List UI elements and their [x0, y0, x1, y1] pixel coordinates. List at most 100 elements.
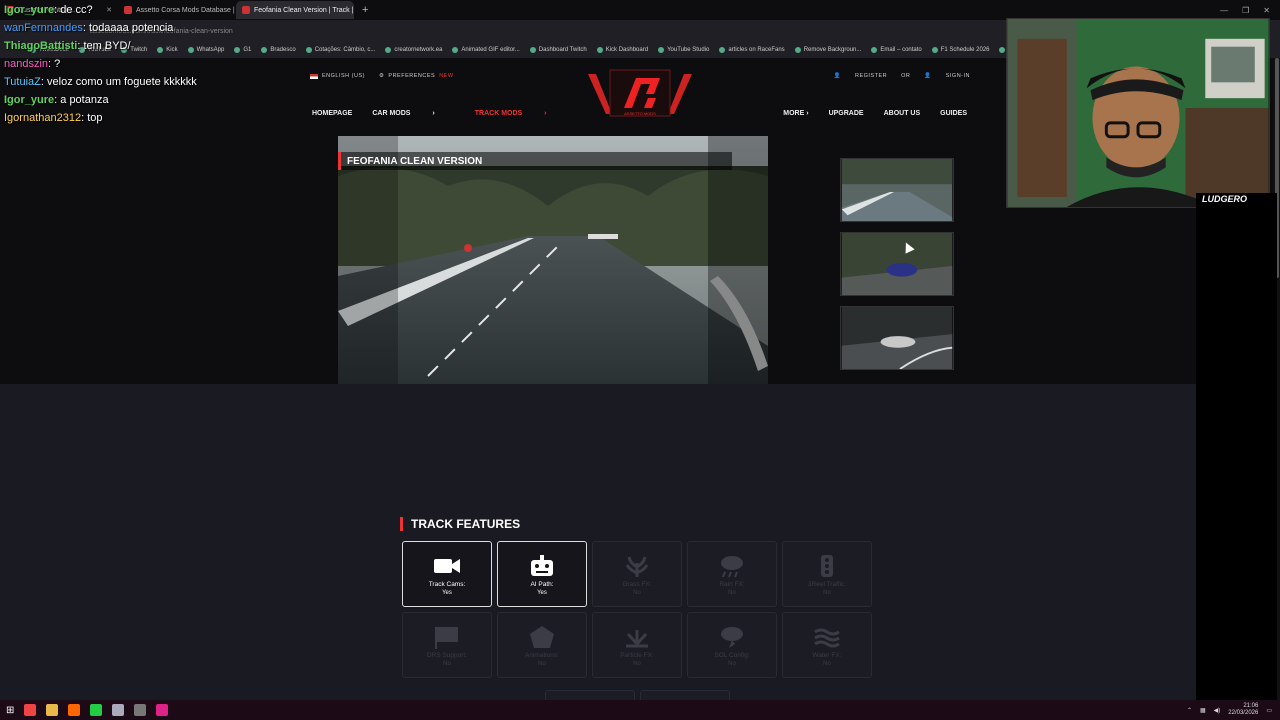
feature-value: No: [443, 660, 451, 667]
new-tab-button[interactable]: +: [354, 4, 376, 16]
bookmark-item[interactable]: Cotações: Câmbio, c...: [305, 47, 375, 53]
feature-label: Grass FX:: [622, 580, 652, 588]
feature-label: Water FX:: [812, 651, 842, 659]
bookmark-label: Email – contato: [880, 47, 922, 53]
chat-text: tem BYD/: [83, 40, 131, 52]
bookmark-item[interactable]: Kick Dashboard: [596, 47, 649, 53]
settings-icon[interactable]: [134, 704, 147, 716]
chat-message: Igor_yure: a potanza: [4, 94, 109, 106]
feature-value: No: [728, 660, 736, 667]
bookmark-favicon-icon: [452, 47, 459, 53]
bookmark-favicon-icon: [719, 47, 726, 53]
chevron-right-icon: ›: [432, 109, 435, 117]
more-features-row: [545, 690, 730, 700]
feature-card: 3Reel Traffic: No: [782, 541, 872, 607]
windows-taskbar: ⊞ ⌃ ▦ ◀) 21:06 22/03/2026 ▭: [0, 700, 1280, 720]
bookmark-item[interactable]: Remove Backgroun...: [794, 47, 861, 53]
chevron-up-icon[interactable]: ⌃: [1187, 707, 1192, 714]
bookmark-favicon-icon: [234, 47, 241, 53]
account-links: 👤 REGISTER OR 👤 SIGN-IN: [834, 73, 970, 79]
bookmark-item[interactable]: YouTube Studio: [658, 47, 709, 53]
notification-icon[interactable]: ▭: [1266, 707, 1272, 714]
obs-icon[interactable]: [68, 704, 81, 716]
checkered-flag-icon: [435, 626, 458, 649]
clock[interactable]: 21:06 22/03/2026: [1228, 703, 1258, 717]
browser-tab-3[interactable]: Feofania Clean Version | Track |✕: [236, 1, 354, 19]
feature-label: Rain FX:: [719, 580, 745, 588]
nav-track-mods[interactable]: TRACK MODS ›: [475, 110, 567, 117]
preferences-link[interactable]: ⚙ PREFERENCES NEW: [379, 73, 454, 79]
nav-about-us[interactable]: ABOUT US: [884, 110, 921, 117]
bookmark-item[interactable]: Email – contato: [871, 47, 922, 53]
feature-card: Grass FX: No: [592, 541, 682, 607]
us-flag-icon: [310, 73, 318, 79]
chat-text: todaaaa potencia: [89, 22, 174, 34]
whatsapp-icon[interactable]: [90, 704, 103, 716]
network-icon[interactable]: ▦: [1200, 707, 1206, 714]
chevron-right-icon: ›: [806, 109, 809, 117]
windows-start-icon[interactable]: ⊞: [6, 705, 14, 716]
nav-more[interactable]: MORE ›: [783, 110, 808, 117]
chat-text: veloz como um foguete kkkkkk: [47, 76, 197, 88]
feature-card-stub: [545, 690, 635, 700]
thumbnail-3[interactable]: [840, 306, 954, 370]
feature-value: No: [823, 589, 831, 596]
nav-guides[interactable]: GUIDES: [940, 110, 967, 117]
nav-more-label: MORE: [783, 109, 805, 117]
tab-favicon-icon: [242, 6, 250, 14]
maximize-icon[interactable]: ❐: [1242, 6, 1249, 15]
nav-upgrade[interactable]: UPGRADE: [829, 110, 864, 117]
feature-label: Particle FX:: [620, 651, 654, 659]
language-selector[interactable]: ENGLISH (US): [322, 73, 365, 79]
thumbnail-1[interactable]: [840, 158, 954, 222]
clock-time: 21:06: [1243, 703, 1259, 709]
sign-in-link[interactable]: SIGN-IN: [946, 73, 970, 79]
track-features-grid: Track Cams: Yes AI Path: Yes Grass FX: No Rain…: [402, 541, 872, 678]
camera-icon: [434, 558, 460, 573]
nav-car-mods[interactable]: CAR MODS ›: [372, 110, 454, 117]
bookmark-item[interactable]: creatornetwork.ea: [385, 47, 442, 53]
chat-message: wanFernnandes: todaaaa potencia: [4, 22, 174, 34]
bookmark-label: creatornetwork.ea: [394, 47, 443, 53]
nav-track-mods-label: TRACK MODS: [474, 109, 523, 117]
chat-username: Igornathan2312: [4, 112, 82, 124]
feature-value: No: [633, 589, 641, 596]
bookmark-item[interactable]: Animated GIF editor...: [452, 47, 520, 53]
bookmark-item[interactable]: F1 Schedule 2026: [931, 47, 990, 53]
system-tray: ⌃ ▦ ◀) 21:06 22/03/2026 ▭: [1187, 703, 1280, 717]
user-plus-icon: 👤: [833, 73, 841, 79]
chat-text: de cc?: [60, 4, 93, 16]
feature-card: AI Path: Yes: [497, 541, 587, 607]
traffic-light-icon: [821, 554, 833, 577]
register-link[interactable]: REGISTER: [855, 73, 887, 79]
bookmark-favicon-icon: [529, 47, 536, 53]
bookmark-favicon-icon: [261, 47, 268, 53]
chat-username: wanFernnandes: [4, 22, 83, 34]
chat-username: nandszin: [4, 58, 49, 70]
bookmark-label: Kick Dashboard: [605, 47, 649, 53]
volume-icon[interactable]: ◀): [1214, 707, 1221, 714]
or-text: OR: [901, 73, 911, 79]
discord-icon[interactable]: [112, 704, 125, 716]
app-icon[interactable]: [156, 704, 169, 716]
feature-card: Rain FX: No: [687, 541, 777, 607]
thumbnail-2[interactable]: [840, 232, 954, 296]
track-main-image[interactable]: [338, 136, 768, 384]
file-explorer-icon[interactable]: [46, 704, 59, 716]
nav-homepage[interactable]: HOMEPAGE: [312, 110, 352, 117]
feature-label: AI Path:: [530, 580, 554, 588]
bookmark-item[interactable]: Dashboard Twitch: [529, 47, 587, 53]
bookmark-label: articles on RaceFans: [728, 47, 785, 53]
bookmark-item[interactable]: articles on RaceFans: [719, 47, 785, 53]
feature-card: Particle FX: No: [592, 612, 682, 678]
bookmark-item[interactable]: Bradesco: [261, 47, 296, 53]
feature-card: SOL Config: No: [687, 612, 777, 678]
bookmark-item[interactable]: G1: [234, 47, 251, 53]
stream-chat-overlay: Igor_yure: de cc? wanFernnandes: todaaaa …: [4, 4, 234, 130]
chrome-icon[interactable]: [24, 704, 37, 716]
chat-message: nandszin: ?: [4, 58, 61, 70]
bookmark-label: F1 Schedule 2026: [940, 47, 990, 53]
close-window-icon[interactable]: ✕: [1263, 6, 1270, 15]
minimize-icon[interactable]: —: [1220, 6, 1228, 15]
bookmark-label: Dashboard Twitch: [538, 47, 587, 53]
